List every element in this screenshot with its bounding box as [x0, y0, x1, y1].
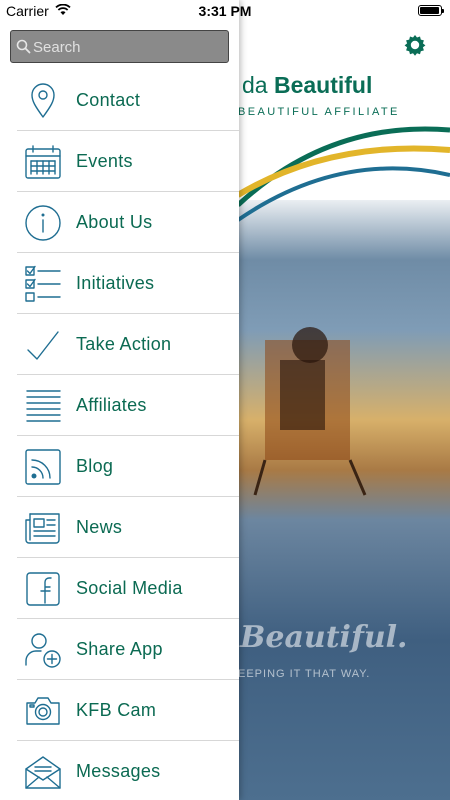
- menu-item-news[interactable]: News: [0, 497, 239, 558]
- menu-label: Events: [76, 151, 133, 171]
- sub-tagline: EEPING IT THAT WAY.: [238, 668, 371, 680]
- menu-label: Initiatives: [76, 273, 155, 293]
- menu-label: About Us: [76, 212, 153, 232]
- camera-icon: [26, 697, 60, 725]
- menu-label: KFB Cam: [76, 700, 157, 720]
- menu-item-take-action[interactable]: Take Action: [0, 314, 239, 375]
- brand-title: da Beautiful: [242, 72, 373, 98]
- search-icon: [16, 39, 31, 54]
- drawer-menu: Contact Events About Us Initiatives Take…: [0, 70, 239, 800]
- search-input[interactable]: [33, 35, 223, 59]
- menu-item-share-app[interactable]: Share App: [0, 619, 239, 680]
- menu-item-events[interactable]: Events: [0, 131, 239, 192]
- add-user-icon: [25, 633, 61, 668]
- menu-label: Take Action: [76, 334, 172, 354]
- menu-item-affiliates[interactable]: Affiliates: [0, 375, 239, 436]
- menu-item-contact[interactable]: Contact: [0, 70, 239, 131]
- info-icon: [25, 205, 61, 241]
- newspaper-icon: [25, 513, 60, 544]
- facebook-icon: [26, 572, 60, 606]
- menu-item-blog[interactable]: Blog: [0, 436, 239, 497]
- menu-label: Contact: [76, 90, 141, 110]
- menu-item-about-us[interactable]: About Us: [0, 192, 239, 253]
- beach-chair-illustration: [253, 327, 367, 496]
- battery-icon: [418, 5, 444, 16]
- menu-label: Affiliates: [76, 395, 147, 415]
- tagline: Beautiful.: [240, 620, 408, 655]
- brand-subtitle: BEAUTIFUL AFFILIATE: [238, 106, 400, 118]
- menu-label: Blog: [76, 456, 114, 476]
- side-drawer: Contact Events About Us: [0, 0, 239, 800]
- checkmark-icon: [27, 331, 59, 360]
- clock: 3:31 PM: [198, 3, 252, 19]
- menu-item-social-media[interactable]: Social Media: [0, 558, 239, 619]
- rss-icon: [25, 449, 61, 485]
- envelope-icon: [25, 756, 61, 789]
- menu-item-initiatives[interactable]: Initiatives: [0, 253, 239, 314]
- menu-item-kfb-cam[interactable]: KFB Cam: [0, 680, 239, 741]
- menu-label: Share App: [76, 639, 163, 659]
- list-lines-icon: [26, 390, 61, 422]
- menu-label: News: [76, 517, 123, 537]
- gear-icon[interactable]: [403, 33, 427, 57]
- status-bar: Carrier 3:31 PM: [0, 0, 450, 22]
- menu-label: Messages: [76, 761, 161, 781]
- checklist-icon: [25, 265, 61, 302]
- search-bar[interactable]: [10, 30, 229, 63]
- menu-item-messages[interactable]: Messages: [0, 741, 239, 800]
- calendar-icon: [25, 145, 61, 179]
- location-pin-icon: [31, 83, 55, 118]
- menu-label: Social Media: [76, 578, 183, 598]
